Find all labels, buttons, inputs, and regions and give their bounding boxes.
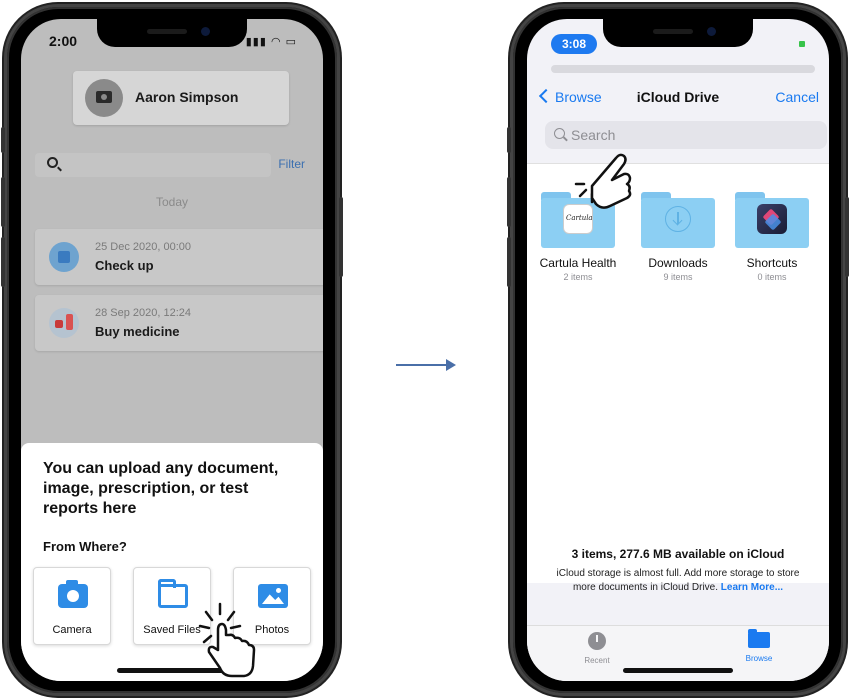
folder-count: 2 items: [563, 272, 593, 282]
tab-browse[interactable]: Browse: [719, 629, 799, 663]
list-item[interactable]: 25 Dec 2020, 00:00 Check up: [35, 229, 323, 285]
cancel-button[interactable]: Cancel: [775, 89, 819, 105]
folder-icon: [735, 192, 809, 248]
power-button: [339, 197, 343, 277]
event-date: 25 Dec 2020, 00:00: [95, 241, 192, 253]
home-indicator: [623, 668, 733, 673]
camera-icon: [96, 91, 112, 103]
option-label: Camera: [52, 624, 92, 636]
left-screen: 2:00 ▮▮▮ ◠ ▭ Aaron Simpson Filter Today …: [21, 19, 323, 681]
file-browser: Cartula Health 2 items Downloads 9 items…: [527, 163, 829, 583]
folder-count: 9 items: [663, 272, 693, 282]
folder-count: 0 items: [757, 272, 787, 282]
storage-info: 3 items, 277.6 MB available on iCloud iC…: [527, 547, 829, 595]
mute-switch: [1, 127, 5, 153]
photos-icon: [258, 584, 288, 608]
profile-card[interactable]: Aaron Simpson: [73, 71, 289, 125]
search-icon: [554, 128, 565, 139]
arrow-right-icon: [396, 359, 456, 371]
folder-icon: [641, 192, 715, 248]
battery-icon: [799, 41, 805, 47]
status-time: 2:00: [49, 33, 78, 49]
folder-downloads[interactable]: Downloads 9 items: [633, 190, 723, 290]
mute-switch: [507, 127, 511, 153]
filter-button[interactable]: Filter: [278, 157, 305, 171]
event-date: 28 Sep 2020, 12:24: [95, 307, 192, 319]
volume-down-button: [1, 237, 5, 287]
storage-summary: 3 items, 277.6 MB available on iCloud: [571, 547, 785, 561]
calendar-icon: [49, 242, 79, 272]
medicine-icon: [49, 308, 79, 338]
volume-down-button: [507, 237, 511, 287]
event-title: Buy medicine: [95, 324, 180, 339]
left-phone-frame: 2:00 ▮▮▮ ◠ ▭ Aaron Simpson Filter Today …: [1, 4, 343, 696]
section-label: Today: [155, 195, 189, 209]
tab-label: Recent: [584, 656, 610, 665]
download-icon: [665, 206, 691, 232]
search-icon: [47, 157, 58, 168]
avatar[interactable]: [85, 79, 123, 117]
event-title: Check up: [95, 258, 154, 273]
clock-icon: [588, 632, 606, 650]
learn-more-link[interactable]: Learn More...: [721, 582, 783, 593]
right-phone-frame: 3:08 Browse iCloud Drive Cancel Search C…: [507, 4, 849, 696]
notch: [603, 19, 753, 47]
tab-recent[interactable]: Recent: [557, 632, 637, 665]
folder-icon: [748, 629, 770, 648]
sheet-heading: You can upload any document, image, pres…: [43, 460, 279, 517]
volume-up-button: [1, 177, 5, 227]
list-item[interactable]: 28 Sep 2020, 12:24 Buy medicine: [35, 295, 323, 351]
tap-hand-icon: [574, 153, 632, 209]
sheet-subheading: From Where?: [43, 539, 127, 554]
status-time: 3:08: [551, 34, 597, 54]
storage-note-wrap: iCloud storage is almost full. Add more …: [527, 567, 829, 595]
folder-name: Shortcuts: [746, 256, 798, 270]
shortcuts-app-icon: [757, 204, 787, 234]
upload-sheet: You can upload any document, image, pres…: [21, 443, 323, 681]
folder-name: Cartula Health: [539, 256, 617, 270]
volume-up-button: [507, 177, 511, 227]
signal-wifi-battery-icon: ▮▮▮ ◠ ▭: [245, 36, 297, 48]
folder-name: Downloads: [648, 256, 708, 270]
status-bar: 2:00 ▮▮▮ ◠ ▭: [21, 31, 323, 51]
profile-name: Aaron Simpson: [135, 89, 239, 105]
tab-label: Browse: [745, 654, 773, 663]
camera-option-button[interactable]: Camera: [33, 567, 111, 645]
navigation-bar: Browse iCloud Drive Cancel: [527, 85, 829, 111]
folder-icon: [158, 579, 188, 608]
tap-hand-icon: [198, 602, 256, 678]
folder-shortcuts[interactable]: Shortcuts 0 items: [727, 190, 817, 290]
camera-icon: [58, 580, 88, 608]
search-input[interactable]: [35, 153, 271, 177]
power-button: [845, 197, 849, 277]
sheet-grabber[interactable]: [551, 65, 815, 73]
right-screen: 3:08 Browse iCloud Drive Cancel Search C…: [527, 19, 829, 681]
